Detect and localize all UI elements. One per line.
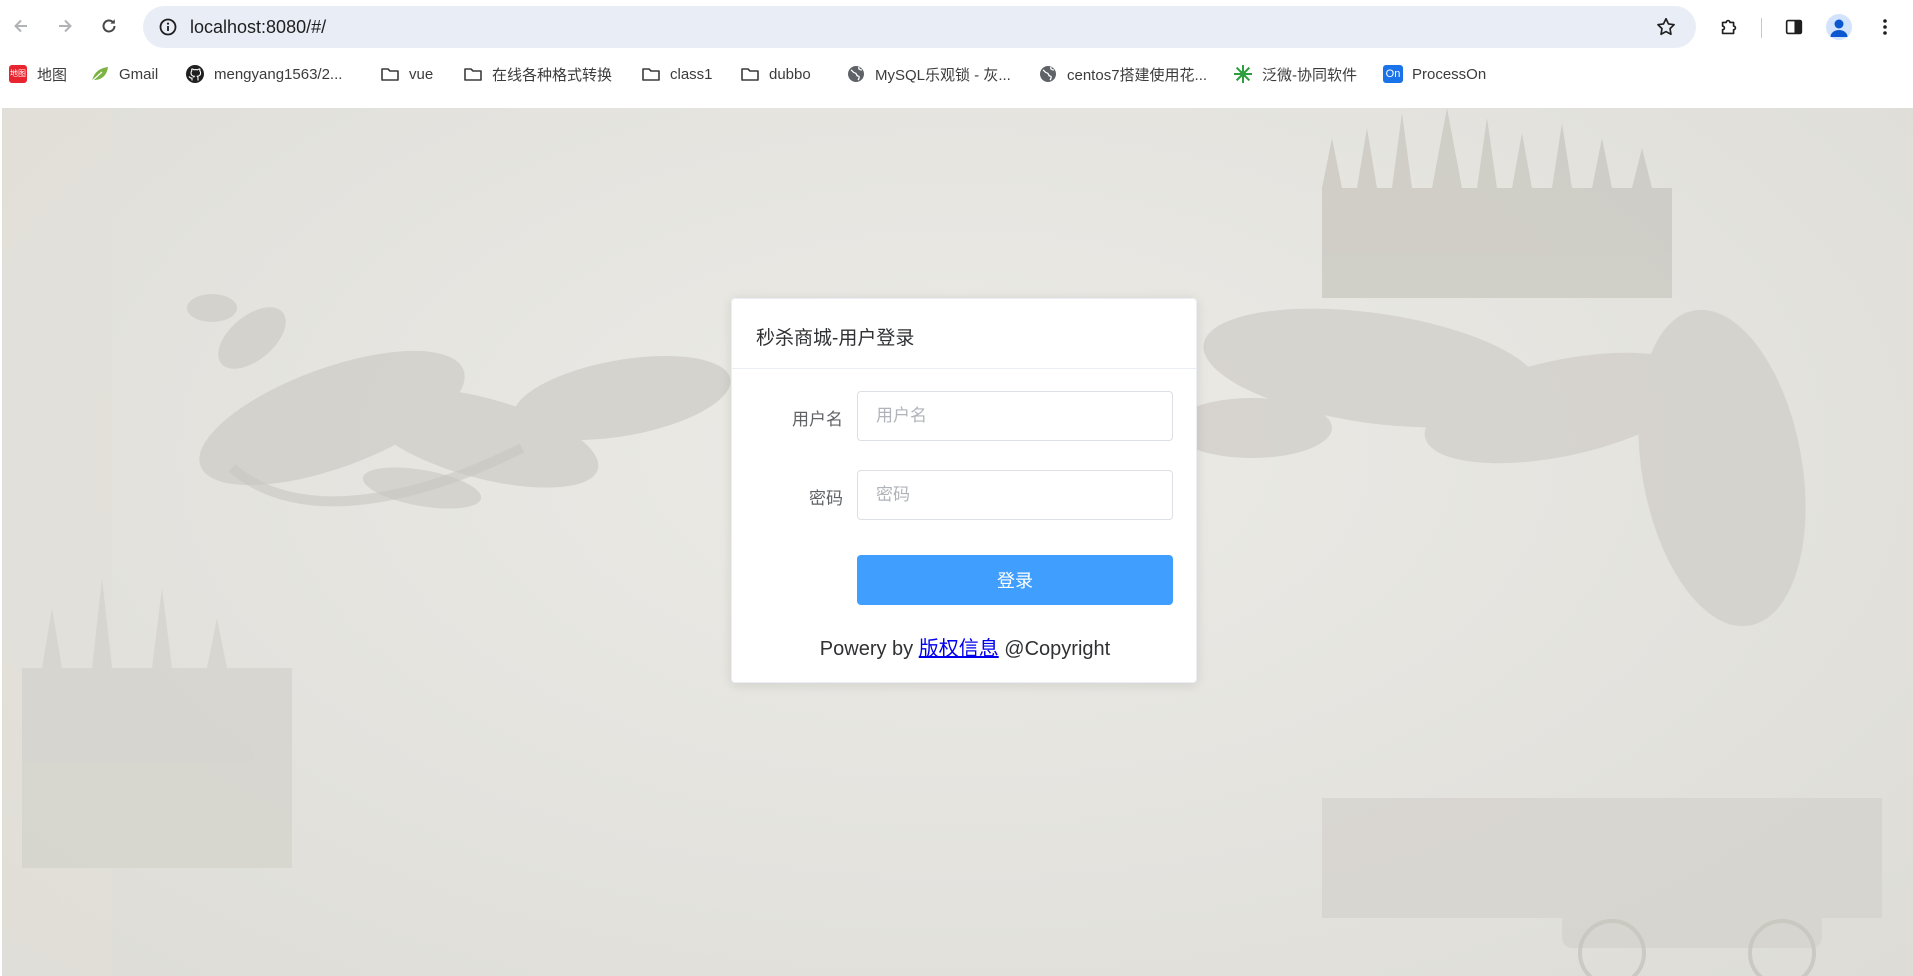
url-text[interactable]: localhost:8080/#/ (190, 17, 326, 38)
bookmark-label: Gmail (119, 65, 159, 83)
bookmark-item[interactable]: dubbo (740, 54, 811, 94)
globe-icon (1040, 66, 1056, 82)
extensions-button[interactable] (1714, 12, 1744, 42)
bookmark-item[interactable]: On ProcessOn (1383, 54, 1486, 94)
bookmark-item[interactable]: 在线各种格式转换 (463, 54, 612, 94)
bookmark-label: 泛微-协同软件 (1262, 66, 1357, 84)
username-label: 用户名 (792, 410, 843, 429)
reload-button[interactable] (94, 11, 124, 41)
folder-icon (740, 64, 760, 84)
forward-arrow-icon (59, 19, 72, 33)
bookmark-star-button[interactable] (1652, 13, 1680, 41)
folder-icon (463, 64, 483, 84)
footer-prefix: Powery by (819, 638, 919, 660)
password-row: 密码 (732, 470, 1198, 520)
username-input[interactable] (857, 391, 1173, 441)
map-app-icon: 地图 (8, 64, 28, 84)
bookmark-label: ProcessOn (1412, 65, 1487, 83)
bookmark-item[interactable]: vue (380, 54, 433, 94)
bookmark-item[interactable]: class1 (641, 54, 713, 94)
folder-icon (380, 64, 400, 84)
globe-icon (846, 64, 866, 84)
github-icon (185, 64, 205, 84)
password-input[interactable] (857, 470, 1173, 520)
footer-suffix: @Copyright (998, 638, 1111, 660)
bookmark-label: dubbo (769, 65, 811, 83)
reload-icon (102, 19, 116, 33)
more-vert-icon (1883, 19, 1887, 35)
bookmark-label: vue (409, 65, 434, 83)
bookmark-label: 地图 (37, 66, 68, 84)
side-panel-icon (1785, 19, 1803, 35)
browser-toolbar: localhost:8080/#/ (0, 0, 1913, 54)
fanwei-icon (1234, 65, 1252, 83)
bookmark-item[interactable]: 地图 地图 (8, 54, 67, 94)
leaf-icon (90, 64, 110, 84)
login-card: 秒杀商城-用户登录 用户名 密码 登录 Powery by 版权信息 @Copy… (731, 298, 1197, 683)
login-page: 秒杀商城-用户登录 用户名 密码 登录 Powery by 版权信息 @Copy… (2, 108, 1913, 976)
folder-icon (381, 68, 399, 81)
forward-button[interactable] (50, 11, 80, 41)
globe-icon (1038, 64, 1058, 84)
bookmark-label: centos7搭建使用花... (1067, 66, 1208, 84)
bookmark-item[interactable]: MySQL乐观锁 - 灰... (846, 54, 1011, 94)
folder-icon (641, 64, 661, 84)
leaf-icon (91, 67, 108, 82)
puzzle-icon (1721, 19, 1737, 35)
side-panel-button[interactable] (1779, 12, 1809, 42)
folder-icon (464, 68, 482, 81)
copyright-link[interactable]: 版权信息 (919, 638, 999, 660)
bookmark-label: mengyang1563/2... (214, 65, 343, 83)
toolbar-divider (1761, 18, 1762, 38)
bookmark-label: class1 (670, 65, 713, 83)
back-button[interactable] (6, 11, 36, 41)
site-info-button[interactable] (153, 12, 183, 42)
browser-menu-button[interactable] (1870, 12, 1900, 42)
processon-icon: On (1383, 64, 1403, 84)
folder-icon (642, 68, 660, 81)
globe-icon (848, 66, 864, 82)
address-bar[interactable]: localhost:8080/#/ (143, 6, 1696, 48)
bookmark-label: 在线各种格式转换 (492, 66, 613, 84)
bookmark-item[interactable]: 泛微-协同软件 (1233, 54, 1357, 94)
login-button[interactable]: 登录 (857, 555, 1173, 605)
username-row: 用户名 (732, 391, 1198, 441)
folder-icon (741, 68, 759, 81)
copyright-footer: Powery by 版权信息 @Copyright (732, 632, 1198, 661)
bookmark-item[interactable]: Gmail (90, 54, 158, 94)
info-icon (159, 18, 177, 36)
github-icon (186, 65, 204, 83)
bookmark-label: MySQL乐观锁 - 灰... (875, 66, 1011, 84)
bookmarks-bar: 地图 地图 Gmail mengyang1563/2... vue 在线各种格式… (0, 54, 1913, 108)
fanwei-icon (1233, 64, 1253, 84)
avatar (1826, 14, 1852, 40)
star-icon (1657, 17, 1675, 36)
bookmark-item[interactable]: mengyang1563/2... (185, 54, 342, 94)
login-title: 秒杀商城-用户登录 (732, 299, 1196, 369)
person-icon (1830, 19, 1848, 37)
back-arrow-icon (14, 19, 27, 33)
bookmark-item[interactable]: centos7搭建使用花... (1038, 54, 1207, 94)
profile-button[interactable] (1824, 12, 1854, 42)
password-label: 密码 (809, 489, 843, 508)
